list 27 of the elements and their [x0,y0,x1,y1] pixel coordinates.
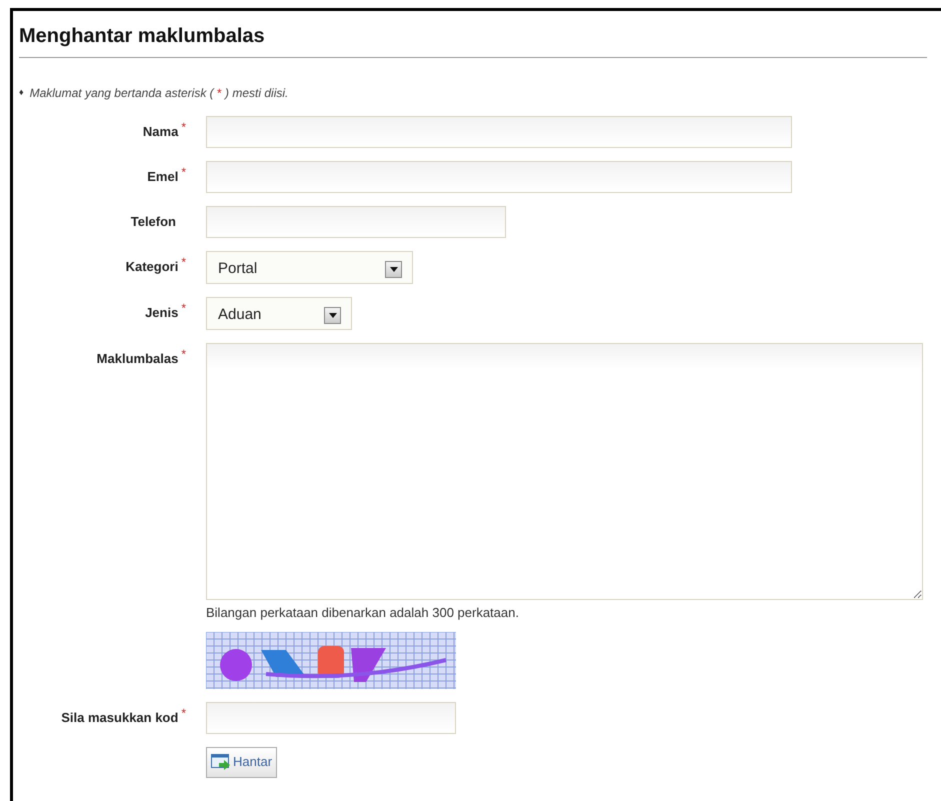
dropdown-field[interactable]: Portal [206,251,413,284]
field-label: Emel [147,168,178,186]
required-mark: * [181,164,186,181]
text-field[interactable] [206,116,792,148]
text-field[interactable] [206,702,456,734]
field-label: Telefon [130,213,176,231]
required-note: Maklumat yang bertanda asterisk ( * ) mesti diisi. [30,85,288,102]
text-field[interactable] [206,161,792,193]
bullet-icon: ♦ [19,86,24,100]
field-label: Kategori [126,258,178,276]
required-mark: * [181,254,186,271]
page-title: Menghantar maklumbalas [19,24,266,49]
feedback-textarea[interactable] [206,343,923,600]
field-label: Nama [142,123,178,141]
text-field[interactable] [206,206,506,238]
submit-button[interactable]: Hantar [206,746,278,778]
dropdown-caret-icon [385,260,402,278]
field-label: Maklumbalas [96,350,178,368]
required-mark: * [181,346,186,363]
dropdown-caret-icon [324,306,341,324]
field-label: Sila masukkan kod [61,708,178,726]
required-mark: * [181,300,186,317]
required-mark: * [181,704,186,722]
required-mark: * [181,119,186,136]
word-limit-hint: Bilangan perkataan dibenarkan adalah 300 perkataan. [206,604,520,622]
field-label: Jenis [145,304,178,322]
dropdown-field[interactable]: Aduan [206,297,352,330]
